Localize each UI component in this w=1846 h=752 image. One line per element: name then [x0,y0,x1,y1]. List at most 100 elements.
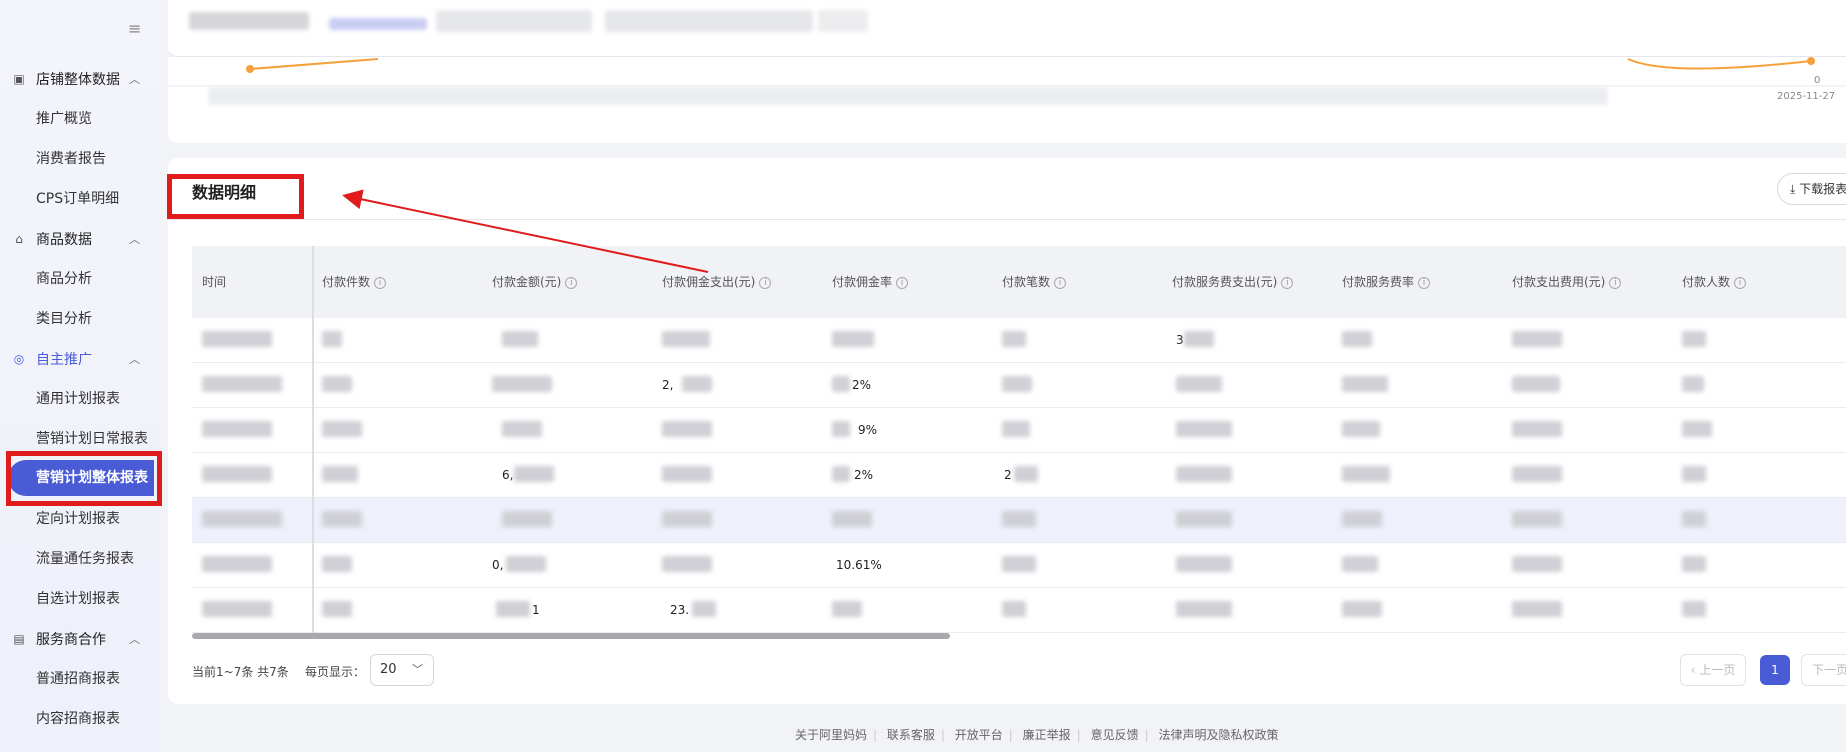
download-icon: ⤓ [1790,182,1796,196]
promotion-icon: ◎ [13,352,25,366]
table-row[interactable]: 1 23. [192,588,1846,633]
info-icon[interactable]: i [565,276,578,289]
sidebar-item[interactable]: 流量通任务报表 [36,547,134,571]
info-icon[interactable]: i [1281,276,1294,289]
menu-collapse-icon[interactable]: ≡ [128,19,141,38]
fixed-column-shadow [312,246,314,636]
chart-point[interactable] [246,65,254,73]
chevron-up-icon: ︿ [129,633,140,646]
table-cell: 2, [662,378,674,392]
page-number-button[interactable]: 1 [1760,655,1790,685]
column-header[interactable]: 时间 [202,246,226,318]
sidebar-item[interactable]: 通用计划报表 [36,387,120,411]
chart-point[interactable] [1807,57,1815,65]
table-cell: 3 [1176,333,1184,347]
table-row[interactable]: 0, 10.61% [192,543,1846,588]
info-icon[interactable]: i [1609,276,1622,289]
column-header[interactable]: 付款金额(元) i [492,246,578,318]
table-row[interactable]: 2, 2% [192,363,1846,408]
sidebar-item[interactable]: 普通招商报表 [36,667,120,691]
redacted-text [189,12,309,30]
redacted-text [436,10,592,32]
info-icon[interactable]: i [1054,276,1067,289]
next-page-button[interactable]: 下一页 [1801,654,1846,686]
table-cell: 10.61% [836,558,882,572]
trend-chart: 0 2025-11-27 [168,57,1846,143]
sidebar-group-label: 服务商合作 [36,632,106,648]
redacted-text [818,10,868,32]
table-cell: 2% [854,468,874,482]
info-icon[interactable]: i [1418,276,1431,289]
sidebar-group-product-data[interactable]: ⌂ 商品数据 ︿ [12,225,140,253]
info-icon[interactable]: i [759,276,772,289]
pagination-info: 当前1~7条 共7条 [192,665,289,679]
footer-link[interactable]: 法律声明及隐私权政策 [1158,728,1278,742]
table-cell: 2 [1004,468,1012,482]
column-header[interactable]: 付款人数 i [1682,246,1747,318]
next-page-label: 下一页 [1812,663,1846,677]
column-header[interactable]: 付款笔数 i [1002,246,1067,318]
chart-axis-value: 0 [1814,75,1821,86]
column-header[interactable]: 付款服务费率 i [1342,246,1431,318]
bag-icon: ⌂ [15,232,23,246]
partner-icon: ▤ [13,632,25,646]
table-cell: 9% [858,423,878,437]
sidebar-item[interactable]: 内容招商报表 [36,707,120,731]
chart-icon: ▣ [13,72,25,86]
sidebar-group-self-promotion[interactable]: ◎ 自主推广 ︿ [12,345,140,373]
sidebar-group-label: 自主推广 [36,352,92,368]
prev-page-label: 上一页 [1699,663,1736,677]
sidebar-group-partner[interactable]: ▤ 服务商合作 ︿ [12,625,140,653]
footer-link[interactable]: 廉正举报 [1023,728,1071,742]
sidebar-item[interactable]: 推广概览 [36,107,92,131]
column-header[interactable]: 付款佣金支出(元) i [662,246,772,318]
summary-card [168,0,1846,57]
chevron-up-icon: ︿ [129,353,140,366]
table-row[interactable]: 9% [192,408,1846,453]
table-cell: 0, [492,558,504,572]
redacted-text [329,18,427,30]
chevron-up-icon: ︿ [129,73,140,86]
footer-link[interactable]: 联系客服 [887,728,935,742]
info-icon[interactable]: i [374,276,387,289]
redacted-text [605,10,813,32]
table-row[interactable]: 3 [192,318,1846,363]
data-detail-card: 数据明细 ⤓ 下载报表 时间 付款件数 i 付款金额(元) i 付款佣金支出(元) i… [168,158,1846,704]
column-header[interactable]: 付款件数 i [322,246,387,318]
chevron-up-icon: ︿ [129,233,140,246]
footer-links: 关于阿里妈妈 | 联系客服 | 开放平台 | 廉正举报 | 意见反馈 | 法律声明及隐私权… [795,728,1279,742]
prev-page-button[interactable]: ‹ 上一页 [1680,654,1746,686]
sidebar-item[interactable]: 自选计划报表 [36,587,120,611]
sidebar-item[interactable]: 营销计划日常报表 [36,427,148,451]
table-header: 时间 付款件数 i 付款金额(元) i 付款佣金支出(元) i 付款佣金率 i 付款笔数… [192,246,1846,318]
column-header[interactable]: 付款服务费支出(元) i [1172,246,1294,318]
sidebar-item[interactable]: 商品分析 [36,267,92,291]
table-row[interactable]: 6, 2% 2 [192,453,1846,498]
download-report-button[interactable]: ⤓ 下载报表 [1777,173,1846,205]
page-size-label: 每页显示： [305,665,366,679]
chevron-left-icon: ‹ [1690,663,1696,677]
sidebar-item[interactable]: CPS订单明细 [36,187,119,211]
table-cell: 2% [852,378,872,392]
column-header[interactable]: 付款佣金率 i [832,246,909,318]
chevron-down-icon: ﹀ [412,663,423,676]
page-size-value: 20 [380,662,397,677]
footer-link[interactable]: 意见反馈 [1091,728,1139,742]
sidebar-group-store-data[interactable]: ▣ 店铺整体数据 ︿ [12,65,140,93]
sidebar-group-label: 店铺整体数据 [36,72,120,88]
annotation-box-title [167,174,304,219]
download-label: 下载报表 [1799,182,1846,196]
table-cell: 23. [670,603,690,617]
table-row-hover[interactable] [192,498,1846,543]
sidebar-item[interactable]: 定向计划报表 [36,507,120,531]
page-size-select[interactable]: 20 ﹀ [370,654,434,686]
footer-link[interactable]: 关于阿里妈妈 [795,728,867,742]
horizontal-scrollbar[interactable] [192,633,950,639]
sidebar-item[interactable]: 消费者报告 [36,147,106,171]
info-icon[interactable]: i [896,276,909,289]
sidebar-item[interactable]: 类目分析 [36,307,92,331]
redacted-axis-labels [208,87,1608,105]
info-icon[interactable]: i [1734,276,1747,289]
column-header[interactable]: 付款支出费用(元) i [1512,246,1622,318]
footer-link[interactable]: 开放平台 [955,728,1003,742]
